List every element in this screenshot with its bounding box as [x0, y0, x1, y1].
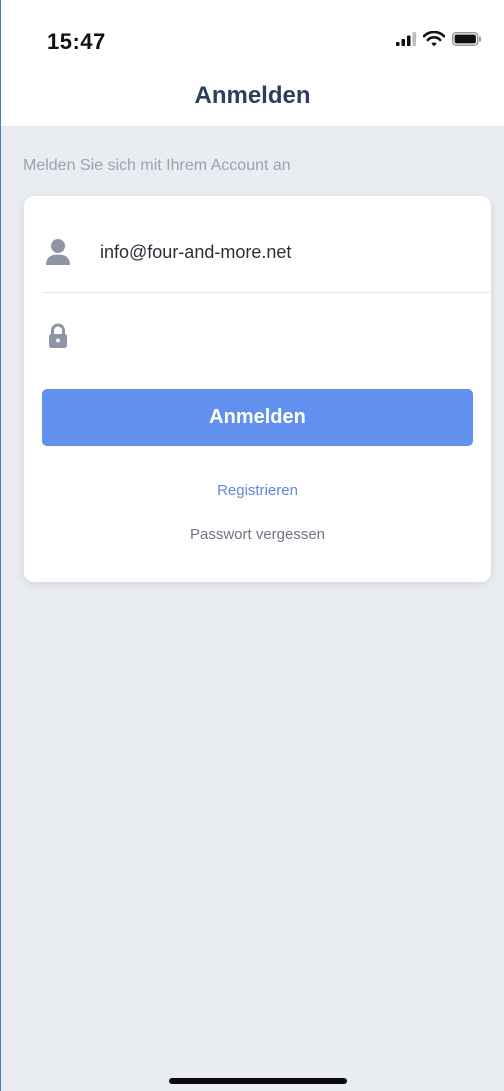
lock-icon [42, 320, 74, 352]
login-button[interactable]: Anmelden [42, 389, 473, 446]
wifi-icon [422, 30, 446, 52]
login-subtitle: Melden Sie sich mit Ihrem Account an [23, 157, 291, 174]
page-title: Anmelden [194, 82, 311, 109]
forgot-password-link[interactable]: Passwort vergessen [24, 526, 491, 543]
email-row [42, 232, 491, 272]
status-bar: 15:47 [1, 0, 504, 68]
login-card: Anmelden Registrieren Passwort vergessen [24, 196, 491, 582]
battery-icon [452, 32, 482, 51]
password-row [42, 316, 491, 356]
field-divider [42, 292, 491, 293]
signal-icon [396, 32, 416, 51]
email-field[interactable] [100, 241, 460, 263]
status-time: 15:47 [47, 29, 106, 54]
status-icons [396, 30, 482, 52]
nav-bar: Anmelden [1, 68, 504, 127]
login-screen: 15:47 Anmelden Melden Sie sich mit Ihrem… [0, 0, 504, 1091]
home-indicator[interactable] [169, 1078, 347, 1084]
password-field[interactable] [100, 325, 460, 347]
register-link[interactable]: Registrieren [24, 482, 491, 499]
user-icon [42, 236, 74, 268]
